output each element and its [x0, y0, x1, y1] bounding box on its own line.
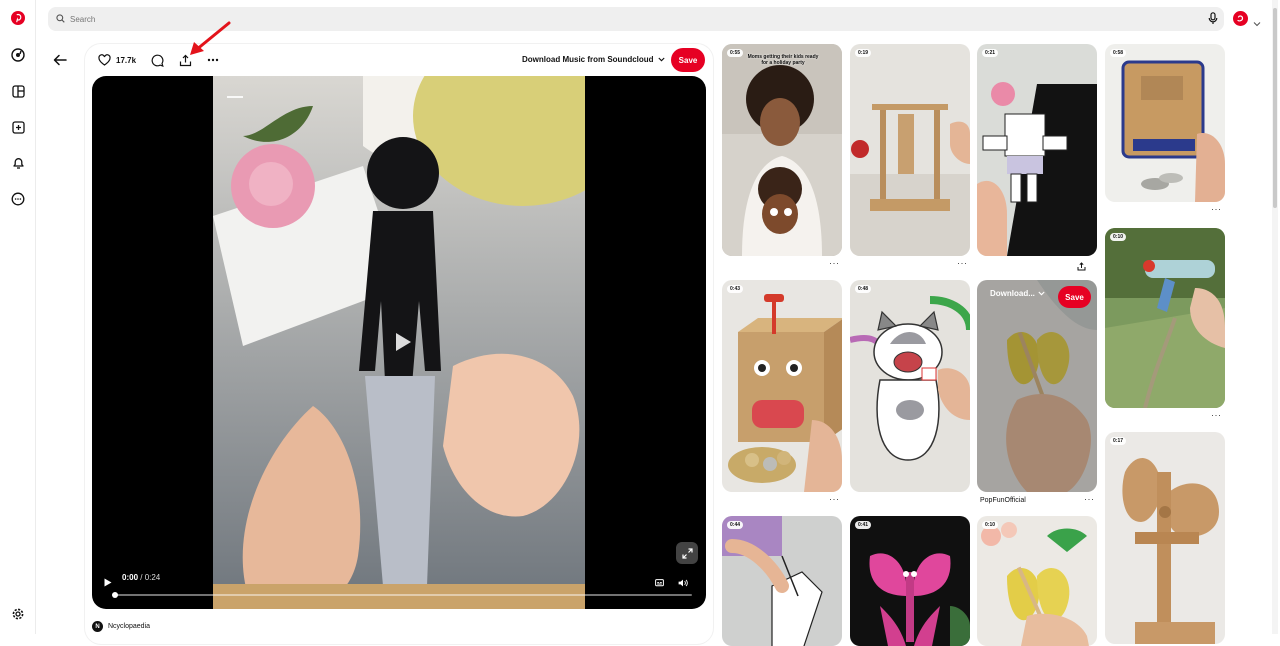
pin-overlay-caption: Moms getting their kids ready for a holi… [747, 54, 819, 66]
video-duration-badge: 0:17 [1110, 437, 1127, 445]
search-icon [56, 10, 65, 28]
pin-card[interactable]: 0:10 [977, 516, 1097, 646]
video-duration-badge: 0:21 [982, 49, 999, 57]
pin-board-select[interactable]: Download... [990, 289, 1045, 298]
pin-card[interactable]: 0:48 catsandfelines [850, 280, 970, 492]
more-options-icon[interactable]: ··· [829, 494, 840, 504]
board-select-dropdown[interactable]: Download Music from Soundcloud [522, 55, 665, 64]
microphone-icon[interactable] [1208, 12, 1218, 30]
board-select-label: Download Music from Soundcloud [522, 55, 654, 64]
chevron-down-icon [1038, 291, 1045, 296]
pin-card[interactable]: 0:58 [1105, 44, 1225, 202]
pin-card[interactable]: 0:43 [722, 280, 842, 492]
chevron-down-icon [657, 55, 665, 64]
pin-card-hovered[interactable]: Download... Save [977, 280, 1097, 492]
boards-icon[interactable] [8, 81, 28, 101]
pin-board-select-label: Download... [990, 289, 1035, 298]
video-duration-badge: 0:10 [982, 521, 999, 529]
left-nav-rail [0, 0, 36, 634]
more-options-icon[interactable]: ··· [829, 258, 840, 268]
video-duration-badge: 0:44 [727, 521, 744, 529]
pin-card[interactable]: 0:17 [1105, 432, 1225, 644]
seek-handle[interactable] [112, 592, 118, 598]
pin-card[interactable]: 0:19 [850, 44, 970, 256]
comment-icon[interactable] [150, 53, 164, 67]
pin-card[interactable]: 0:21 [977, 44, 1097, 256]
create-icon[interactable] [8, 117, 28, 137]
pin-watermark: catsandfelines [888, 442, 920, 448]
video-duration-badge: 0:43 [727, 285, 744, 293]
pin-save-button[interactable]: Save [1058, 286, 1091, 308]
chevron-down-icon[interactable] [1253, 14, 1261, 32]
messages-icon[interactable] [8, 189, 28, 209]
save-button[interactable]: Save [671, 48, 705, 72]
video-duration-badge: 0:58 [1110, 49, 1127, 57]
pin-card[interactable]: 0:55 Moms getting their kids ready for a… [722, 44, 842, 256]
share-icon[interactable] [1077, 258, 1086, 276]
video-duration-badge: 0:41 [855, 521, 872, 529]
settings-icon[interactable] [8, 604, 28, 624]
likes-count: 17.7k [116, 55, 137, 65]
notifications-icon[interactable] [8, 153, 28, 173]
video-duration-badge: 0:10 [1110, 233, 1127, 241]
video-duration-badge: 0:19 [855, 49, 872, 57]
current-time: 0:00 [122, 573, 139, 582]
pin-card[interactable]: 0:10 [1105, 228, 1225, 408]
pin-card[interactable]: 0:41 [850, 516, 970, 646]
captions-icon[interactable] [655, 574, 664, 592]
expand-icon[interactable] [676, 542, 698, 564]
volume-icon[interactable] [678, 574, 688, 592]
pin-card[interactable]: 0:44 [722, 516, 842, 646]
more-options-icon[interactable]: ··· [957, 258, 968, 268]
time-separator: / [138, 573, 145, 582]
explore-icon[interactable] [8, 45, 28, 65]
video-player[interactable]: 0:00 / 0:24 [92, 76, 706, 609]
creator-avatar: N [92, 621, 103, 632]
seek-bar[interactable] [112, 594, 692, 596]
more-options-icon[interactable]: ··· [1211, 204, 1222, 214]
pinterest-logo-icon[interactable] [8, 8, 28, 28]
account-avatar[interactable] [1233, 11, 1248, 26]
play-icon[interactable] [104, 574, 112, 592]
back-arrow-icon[interactable] [52, 52, 68, 68]
play-overlay-icon[interactable] [388, 329, 414, 355]
video-time: 0:00 / 0:24 [122, 573, 160, 582]
pin-footer-title[interactable]: PopFunOfficial [980, 497, 1026, 504]
more-options-icon[interactable]: ··· [1211, 410, 1222, 420]
duration: 0:24 [144, 573, 161, 582]
video-controls [92, 565, 706, 609]
heart-icon[interactable] [97, 53, 111, 67]
video-duration-badge: 0:55 [727, 49, 744, 57]
search-input[interactable]: Search [70, 15, 95, 24]
video-duration-badge: 0:48 [855, 285, 872, 293]
page-scrollbar-thumb[interactable] [1273, 8, 1277, 208]
annotation-arrow-icon [186, 20, 232, 65]
creator-name[interactable]: Ncyclopaedia [108, 623, 150, 630]
creator-row[interactable]: N Ncyclopaedia [92, 621, 150, 632]
more-options-icon[interactable]: ··· [1084, 494, 1095, 504]
